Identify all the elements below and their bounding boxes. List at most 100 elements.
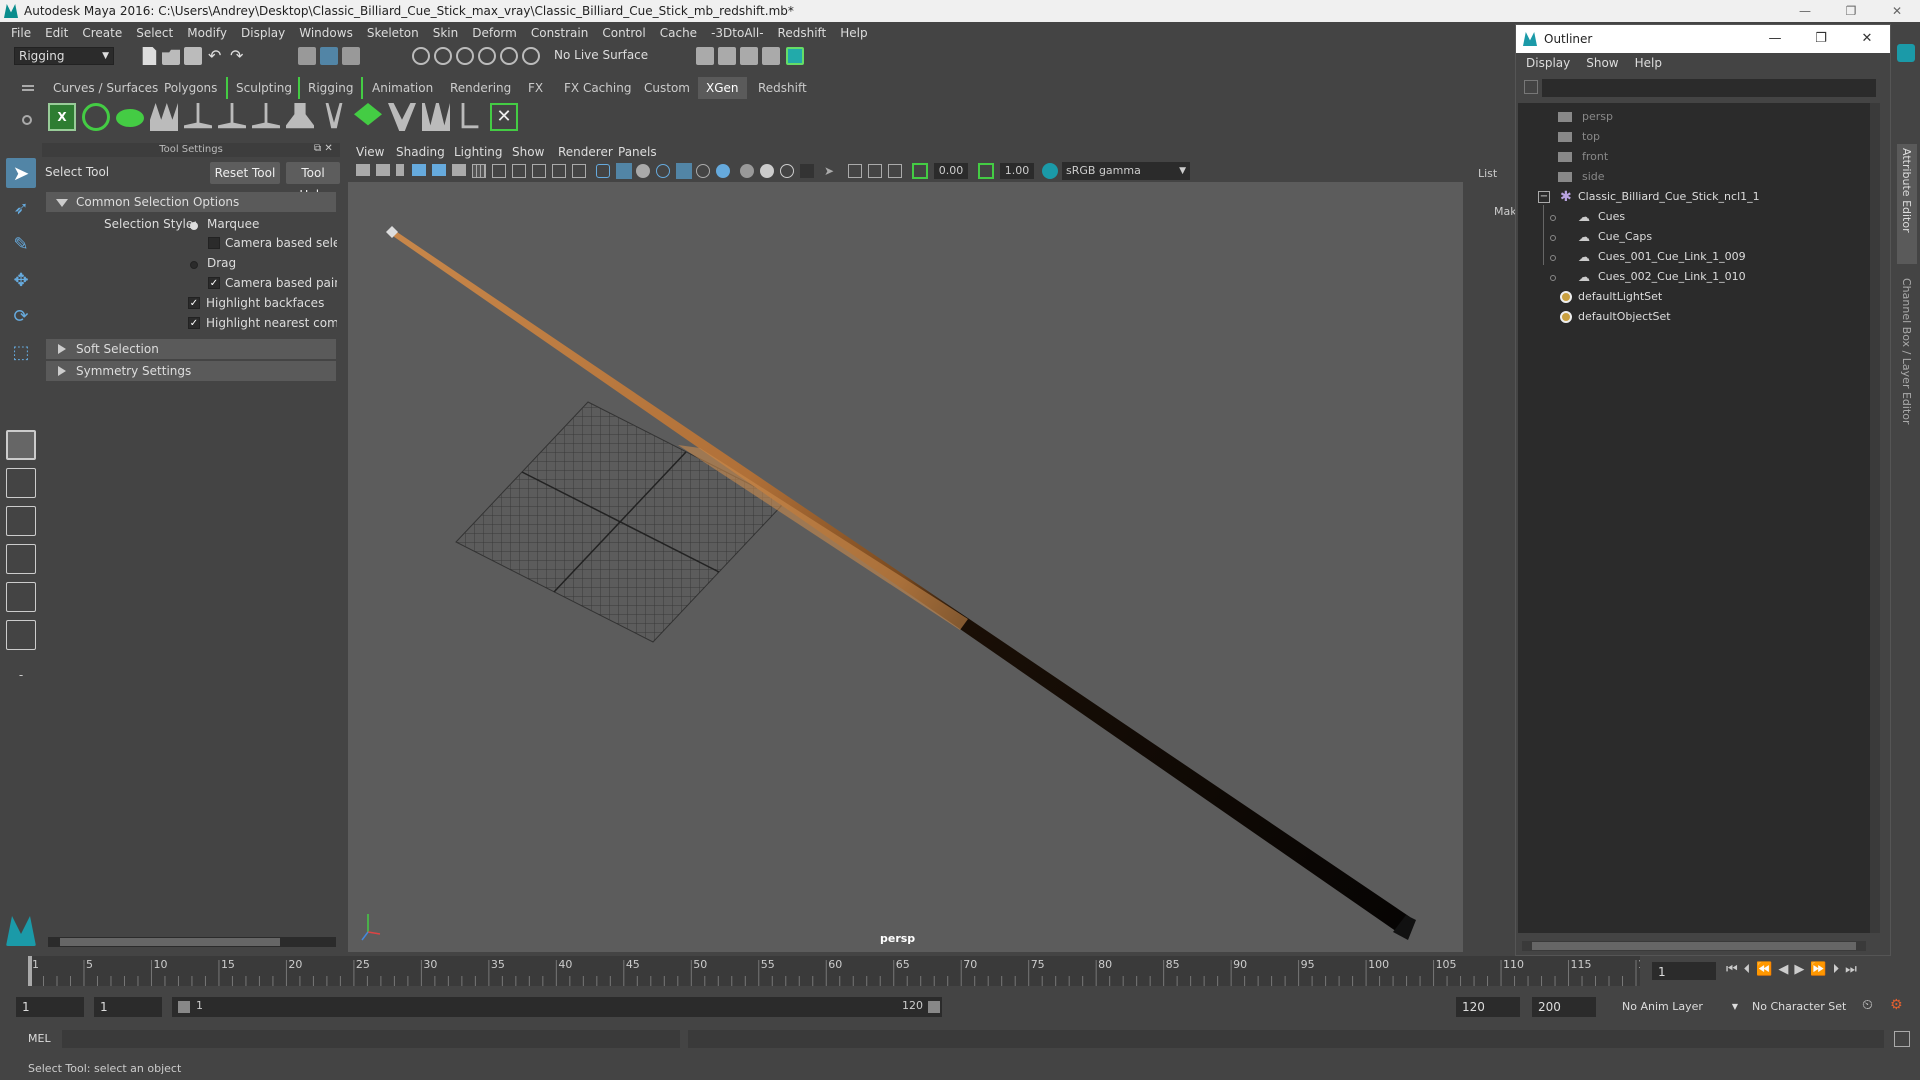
tab-animation[interactable]: Animation — [364, 77, 441, 99]
render-settings-icon[interactable] — [762, 47, 780, 65]
restore-button[interactable]: ❐ — [1828, 0, 1874, 22]
menu-skin[interactable]: Skin — [426, 22, 466, 44]
outliner-vertical-scrollbar[interactable] — [1870, 103, 1880, 933]
hypershade-icon[interactable] — [786, 47, 804, 65]
redo-icon[interactable]: ↷ — [230, 47, 248, 65]
xgen-add-guide-icon[interactable] — [218, 103, 246, 129]
current-frame-field[interactable]: 1 — [1652, 962, 1716, 980]
persp-graph-layout-icon[interactable] — [6, 544, 36, 574]
gate-mask-icon[interactable] — [532, 164, 546, 178]
menu-cache[interactable]: Cache — [653, 22, 704, 44]
menu-create[interactable]: Create — [75, 22, 129, 44]
render-sequence-icon[interactable] — [718, 47, 736, 65]
tab-polygons[interactable]: Polygons — [156, 77, 225, 99]
range-end-handle[interactable] — [928, 1001, 940, 1013]
expand-dot-icon[interactable] — [1550, 215, 1556, 221]
viewport-menu-show[interactable]: Show — [512, 143, 544, 161]
menu-deform[interactable]: Deform — [465, 22, 524, 44]
viewport-scene[interactable] — [348, 182, 1463, 952]
grid-icon[interactable] — [472, 164, 486, 178]
frame-selected-icon[interactable] — [868, 164, 882, 178]
shelf-menu-icon[interactable] — [22, 85, 34, 91]
drag-radio[interactable] — [190, 261, 198, 269]
outliner-maximize-button[interactable]: ❐ — [1798, 25, 1844, 53]
field-chart-icon[interactable] — [552, 164, 566, 178]
outliner-minimize-button[interactable]: — — [1752, 25, 1798, 53]
resolution-gate-icon[interactable] — [512, 164, 526, 178]
camera-attributes-icon[interactable] — [376, 164, 390, 176]
menu-select[interactable]: Select — [129, 22, 180, 44]
menu-edit[interactable]: Edit — [38, 22, 75, 44]
save-scene-icon[interactable] — [184, 47, 202, 65]
step-back-icon[interactable]: ⏴ — [1744, 962, 1757, 977]
outliner-persp-layout-icon[interactable] — [6, 620, 36, 650]
xgen-create-description-icon[interactable] — [116, 109, 144, 127]
play-back-icon[interactable]: ◀ — [1778, 962, 1794, 977]
wireframe-on-shaded-icon[interactable] — [636, 164, 650, 178]
tab-custom[interactable]: Custom — [636, 77, 698, 99]
range-start-handle[interactable] — [178, 1001, 190, 1013]
color-space-dropdown[interactable]: sRGB gamma ▼ — [1062, 162, 1190, 180]
layout-more-icon[interactable]: - — [6, 660, 36, 690]
tab-sculpting[interactable]: Sculpting — [226, 77, 300, 99]
rotate-tool-icon[interactable]: ⟳ — [6, 302, 36, 332]
xgen-rebuild-guide-icon[interactable] — [461, 103, 479, 129]
xgen-lock-guide-icon[interactable] — [286, 103, 314, 129]
expand-dot-icon[interactable] — [1550, 255, 1556, 261]
move-tool-icon[interactable]: ✥ — [6, 266, 36, 296]
mel-label[interactable]: MEL — [28, 1032, 51, 1045]
2d-pan-zoom-icon[interactable] — [432, 164, 446, 176]
xgen-collision-icon[interactable] — [354, 103, 382, 126]
collapse-icon[interactable]: − — [1538, 191, 1550, 203]
step-back-key-icon[interactable]: ⏪ — [1756, 962, 1778, 977]
single-view-layout-icon[interactable] — [6, 430, 36, 460]
film-gate-icon[interactable] — [492, 164, 506, 178]
snap-curve-icon[interactable] — [434, 47, 452, 65]
scale-tool-icon[interactable]: ⬚ — [6, 338, 36, 368]
color-management-icon[interactable] — [1042, 163, 1058, 179]
highlight-backfaces-checkbox[interactable]: ✓ — [188, 297, 200, 309]
image-plane-icon[interactable] — [412, 164, 426, 176]
filter-icon[interactable] — [1524, 80, 1538, 94]
play-forward-icon[interactable]: ▶ — [1794, 962, 1810, 977]
depth-of-field-icon[interactable] — [800, 164, 814, 178]
select-tool-icon[interactable]: ➤ — [6, 158, 36, 188]
reset-tool-button[interactable]: Reset Tool — [210, 162, 280, 184]
viewport-menu-shading[interactable]: Shading — [396, 143, 445, 161]
snap-view-plane-icon[interactable] — [478, 47, 496, 65]
xgen-bend-guide-icon[interactable] — [422, 103, 450, 131]
camera-based-selection-checkbox[interactable] — [208, 237, 220, 249]
command-input[interactable] — [62, 1030, 680, 1048]
camera-lock-icon[interactable] — [888, 164, 902, 178]
time-slider[interactable]: 1 5 10 15 20 25 30 35 40 45 50 55 60 65 70 75 80 85 90 95 10… — [0, 956, 1920, 986]
tab-redshift[interactable]: Redshift — [750, 77, 815, 99]
lasso-tool-icon[interactable]: ➶ — [6, 194, 36, 224]
step-forward-icon[interactable]: ⏵ — [1833, 962, 1846, 977]
workspace-icon[interactable] — [1897, 44, 1915, 62]
symmetry-settings-header[interactable]: Symmetry Settings — [46, 361, 336, 381]
menu-3dtoall[interactable]: -3DtoAll- — [704, 22, 770, 44]
live-surface-field[interactable]: No Live Surface — [550, 47, 650, 65]
tab-curves-surfaces[interactable]: Curves / Surfaces — [45, 77, 166, 99]
playback-end-field[interactable]: 120 — [1456, 997, 1520, 1017]
animation-end-field[interactable]: 200 — [1532, 997, 1596, 1017]
grease-pencil-icon[interactable] — [452, 164, 466, 176]
xgen-place-guide-icon[interactable] — [184, 103, 212, 129]
script-editor-icon[interactable] — [1894, 1031, 1910, 1047]
viewport-menu-view[interactable]: View — [356, 143, 384, 161]
render-frame-icon[interactable] — [696, 47, 714, 65]
common-selection-options-header[interactable]: Common Selection Options — [46, 192, 336, 212]
xgen-guide-length-icon[interactable] — [388, 103, 416, 131]
wireframe-icon[interactable] — [596, 164, 610, 178]
close-button[interactable]: ✕ — [1874, 0, 1920, 22]
tool-settings-scrollbar[interactable] — [48, 937, 336, 947]
shadows-icon[interactable] — [696, 164, 710, 178]
camera-based-paint-checkbox[interactable]: ✓ — [208, 277, 220, 289]
outliner-menu-show[interactable]: Show — [1578, 53, 1626, 73]
undo-icon[interactable]: ↶ — [208, 47, 226, 65]
menu-redshift[interactable]: Redshift — [771, 22, 834, 44]
soft-selection-header[interactable]: Soft Selection — [46, 339, 336, 359]
ipr-render-icon[interactable] — [740, 47, 758, 65]
menu-windows[interactable]: Windows — [292, 22, 360, 44]
side-by-side-layout-icon[interactable] — [6, 506, 36, 536]
